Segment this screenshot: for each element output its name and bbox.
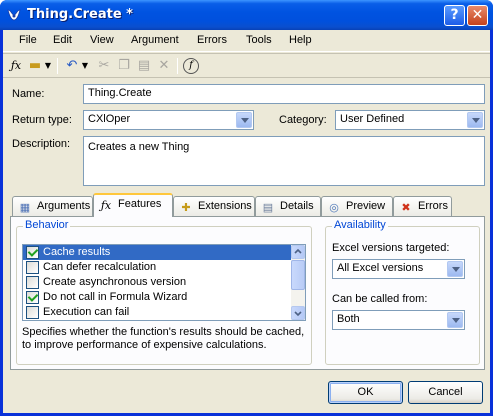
chevron-down-icon[interactable] [447,261,463,277]
chevron-down-icon [294,311,302,317]
called-from-label: Can be called from: [332,293,428,305]
preview-icon: ◎ [329,202,339,214]
cut-icon[interactable]: ✂ [95,57,113,75]
toolbar-separator [177,58,178,74]
tab-errors-label: Errors [418,200,448,212]
features-panel: Behavior Cache results Can defer recalcu… [10,216,485,370]
tab-features-label: Features [118,198,162,210]
function-wizard-icon[interactable]: f [183,58,199,74]
chevron-down-icon[interactable] [236,112,252,128]
list-item-label: Execution can fail [43,306,130,318]
list-item[interactable]: Can defer recalculation [23,260,305,275]
window-title: Thing.Create * [27,7,133,22]
paste-icon[interactable]: ▤ [135,57,153,75]
name-label: Name: [12,88,45,100]
new-function-icon[interactable]: ƒx [7,57,25,75]
vertical-scrollbar[interactable] [291,245,305,320]
errors-icon: ✖ [401,202,411,214]
tab-details[interactable]: ▤ Details [255,196,321,216]
excel-versions-label: Excel versions targeted: [332,242,450,254]
app-icon [7,9,21,21]
open-folder-icon[interactable]: ▬ [26,57,44,75]
excel-versions-value: All Excel versions [337,262,424,274]
chevron-down-icon[interactable] [447,312,463,328]
menu-argument[interactable]: Argument [131,34,179,46]
tab-errors[interactable]: ✖ Errors [393,196,452,216]
checkbox[interactable] [26,246,39,259]
undo-dropdown-icon[interactable]: ▼ [80,57,90,75]
list-item-label: Do not call in Formula Wizard [43,291,188,303]
open-dropdown-icon[interactable]: ▼ [43,57,53,75]
list-item[interactable]: Cache results [23,245,305,260]
arguments-icon: ▦ [19,202,31,214]
list-item-label: Create asynchronous version [43,276,187,288]
return-type-select[interactable]: CXlOper [83,110,254,130]
tab-preview-label: Preview [346,200,386,212]
checkbox[interactable] [26,291,39,304]
behavior-list[interactable]: Cache results Can defer recalculation Cr… [22,244,306,321]
menu-edit[interactable]: Edit [53,34,72,46]
availability-group-title: Availability [332,219,388,231]
description-textarea[interactable]: Creates a new Thing [83,136,485,186]
excel-versions-select[interactable]: All Excel versions [332,259,465,279]
behavior-group: Behavior Cache results Can defer recalcu… [16,219,312,365]
list-item[interactable]: Create asynchronous version [23,275,305,290]
chevron-down-icon[interactable] [467,112,483,128]
menu-bar: File Edit View Argument Errors Tools Hel… [3,30,490,52]
list-item-label: Cache results [43,246,111,258]
dialog-client: File Edit View Argument Errors Tools Hel… [3,30,490,413]
checkbox[interactable] [26,306,39,319]
fx-icon: ƒx [100,199,112,212]
details-icon: ▤ [262,202,274,214]
menu-view[interactable]: View [90,34,114,46]
checkbox[interactable] [26,261,39,274]
name-input[interactable]: Thing.Create [83,84,485,104]
availability-group: Availability Excel versions targeted: Al… [325,219,480,365]
scroll-down-button[interactable] [291,306,305,320]
return-type-value: CXlOper [88,113,131,125]
scroll-up-button[interactable] [291,245,305,259]
menu-errors[interactable]: Errors [197,34,227,46]
tab-arguments[interactable]: ▦ Arguments [12,196,93,216]
list-item[interactable]: Execution can fail [23,305,305,320]
extensions-icon: ✚ [181,202,191,214]
behavior-group-title: Behavior [23,219,71,231]
help-button[interactable]: ? [444,5,465,26]
toolbar: ƒx ▬ ▼ ↶ ▼ ✂ ❐ ▤ ✕ f [3,53,490,78]
list-item-label: Can defer recalculation [43,261,157,273]
undo-icon[interactable]: ↶ [63,57,81,75]
menu-help[interactable]: Help [289,34,312,46]
behavior-description: Specifies whether the function's results… [22,326,305,351]
tab-extensions[interactable]: ✚ Extensions [173,196,255,216]
delete-icon[interactable]: ✕ [155,57,173,75]
toolbar-separator [57,58,58,74]
tab-extensions-label: Extensions [198,200,252,212]
menu-tools[interactable]: Tools [246,34,272,46]
called-from-value: Both [337,313,360,325]
tab-features[interactable]: ƒx Features [93,193,173,217]
tab-arguments-label: Arguments [37,200,91,212]
list-item[interactable]: Do not call in Formula Wizard [23,290,305,305]
return-type-label: Return type: [12,114,72,126]
category-label: Category: [279,114,327,126]
ok-button[interactable]: OK [328,381,403,404]
dialog-window: Thing.Create * ? ✕ File Edit View Argume… [0,0,493,416]
called-from-select[interactable]: Both [332,310,465,330]
chevron-up-icon [294,248,302,254]
category-select[interactable]: User Defined [335,110,485,130]
category-value: User Defined [340,113,405,125]
cancel-button[interactable]: Cancel [408,381,483,404]
checkbox[interactable] [26,276,39,289]
close-button[interactable]: ✕ [467,5,488,26]
scroll-thumb[interactable] [291,260,305,290]
tab-details-label: Details [280,200,314,212]
description-label: Description: [12,138,71,150]
menu-file[interactable]: File [19,34,37,46]
tab-preview[interactable]: ◎ Preview [321,196,393,216]
copy-icon[interactable]: ❐ [115,57,133,75]
title-bar[interactable]: Thing.Create * ? ✕ [0,0,493,30]
